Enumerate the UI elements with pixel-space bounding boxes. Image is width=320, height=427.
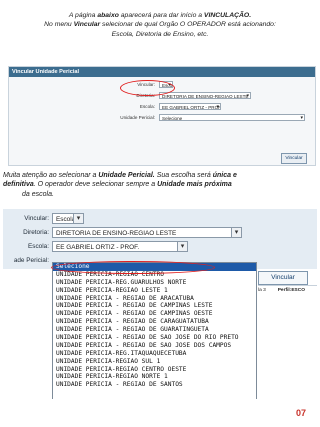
- warning-line-1: Muita atenção ao selecionar a Unidade Pe…: [3, 171, 317, 180]
- profile-text: Perfil:ESCO: [277, 288, 305, 293]
- dropdown-option[interactable]: UNIDADE PERICIA - REGIAO DE SAO JOSE DO …: [53, 334, 256, 342]
- diretoria-select[interactable]: DIRETORIA DE ENSINO-REGIAO LESTE 1: [159, 92, 251, 99]
- form-area: Vincular: Escola ▾ Diretoria: DIRETORIA D…: [3, 209, 317, 269]
- dropdown-option[interactable]: UNIDADE PERICIA - REGIAO DE SANTOS: [53, 381, 256, 389]
- intro-line-2: No menu Vincular selecionar de qual Orgã…: [18, 20, 302, 29]
- warning-bold-unidade: Unidade Pericial.: [98, 172, 155, 179]
- dropdown-option[interactable]: UNIDADE PERICIA - REGIAO DE CAMPINAS OES…: [53, 310, 256, 318]
- field-label: Unidade Pericial:: [120, 115, 155, 120]
- dropdown-option[interactable]: UNIDADE PERICIA-REGIAO CENTRO OESTE: [53, 366, 256, 374]
- intro-text-segment: A página: [68, 12, 98, 19]
- field-label: Escola:: [28, 243, 49, 250]
- warning-text: Muita atenção ao selecionar a Unidade Pe…: [3, 171, 317, 199]
- warning-bold-definitiva: definitiva: [3, 181, 34, 189]
- highlight-oval: [51, 261, 215, 274]
- dropdown-option[interactable]: UNIDADE PERICIA-REGIAO LESTE 1: [53, 287, 256, 295]
- vincular-button[interactable]: Vincular: [258, 271, 308, 285]
- warning-bold-unica: única e: [212, 172, 237, 179]
- warning-text-segment: Sua escolha será: [154, 172, 213, 179]
- select-value: DIRETORIA DE ENSINO-REGIAO LESTE: [56, 230, 177, 237]
- warning-line-3: da escola.: [22, 190, 54, 198]
- dropdown-option[interactable]: UNIDADE PERICIA-REGIAO NORTE 1: [53, 373, 256, 381]
- status-strip: la 3 Perfil:ESCO: [258, 285, 317, 296]
- diretoria-select[interactable]: DIRETORIA DE ENSINO-REGIAO LESTE ▾: [52, 227, 242, 238]
- screenshot-dropdown: Vincular: Escola ▾ Diretoria: DIRETORIA D…: [3, 209, 317, 399]
- dropdown-option[interactable]: UNIDADE PERICIA - REGIAO DE ARACATUBA: [53, 295, 256, 303]
- form-row-unidade-pericial: Unidade Pericial: Selecione: [15, 114, 309, 122]
- status-text: la 3: [258, 288, 266, 293]
- dropdown-option[interactable]: UNIDADE PERICIA-REG.ITAQUAQUECETUBA: [53, 350, 256, 358]
- dropdown-option[interactable]: UNIDADE PERICIA-REG.GUARULHOS NORTE: [53, 279, 256, 287]
- warning-text-segment: . O operador deve selecionar sempre a: [33, 181, 158, 189]
- intro-bold-vinculacao: VINCULAÇÃO.: [203, 12, 252, 19]
- select-value: EE GABRIEL ORTIZ - PROF.: [56, 244, 140, 251]
- dropdown-option[interactable]: UNIDADE PERICIA - REGIAO DE CARAGUATATUB…: [53, 318, 256, 326]
- intro-bold-vincular: Vincular: [73, 21, 101, 29]
- intro-text-segment: selecionar de qual Orgão O OPERADOR está…: [100, 21, 276, 29]
- chevron-down-icon[interactable]: ▾: [231, 228, 241, 237]
- intro-line-3: Escola, Diretoria de Ensino, etc.: [111, 30, 209, 38]
- dropdown-option[interactable]: UNIDADE PERICIA - REGIAO DE GUARATINGUET…: [53, 326, 256, 334]
- vincular-select[interactable]: Escola ▾: [52, 213, 84, 224]
- unidade-pericial-dropdown-list[interactable]: Selecione UNIDADE PERICIA-REGIAO CENTRO UN…: [52, 262, 257, 399]
- intro-line-1: A página abaixo aparecerá para dar iníci…: [18, 11, 302, 20]
- form-row-escola: Escola: EE GABRIEL ORTIZ - PROF.: [15, 103, 309, 111]
- form-header: Vincular Unidade Pericial: [9, 67, 315, 77]
- screenshot-vincular-form: Vincular Unidade Pericial Vincular: Esco…: [8, 66, 316, 166]
- warning-line-2: definitiva. O operador deve selecionar s…: [3, 180, 317, 189]
- escola-select[interactable]: EE GABRIEL ORTIZ - PROF.: [159, 103, 221, 110]
- intro-text: A página abaixo aparecerá para dar iníci…: [18, 11, 302, 39]
- dropdown-option[interactable]: UNIDADE PERICIA - REGIAO DE SAO JOSE DOS…: [53, 342, 256, 350]
- warning-bold-proxima: Unidade mais próxima: [157, 181, 232, 189]
- field-label: Diretoria:: [23, 229, 49, 236]
- intro-text-segment: No menu: [44, 21, 74, 29]
- dropdown-option[interactable]: UNIDADE PERICIA - REGIAO DE CAMPINAS LES…: [53, 302, 256, 310]
- chevron-down-icon[interactable]: ▾: [177, 242, 187, 251]
- escola-select[interactable]: EE GABRIEL ORTIZ - PROF. ▾: [52, 241, 188, 252]
- vincular-button[interactable]: Vincular: [281, 153, 307, 164]
- warning-text-segment: Muita atenção ao selecionar a: [3, 172, 99, 179]
- unidade-pericial-select[interactable]: Selecione: [159, 114, 305, 121]
- intro-text-segment: aparecerá para dar início a: [118, 12, 204, 19]
- dropdown-option[interactable]: UNIDADE PERICIA-REGIAO SUL 1: [53, 358, 256, 366]
- field-label: Escola:: [139, 104, 155, 109]
- field-label: Vincular:: [24, 215, 49, 222]
- intro-bold-abaixo: abaixo: [97, 12, 119, 19]
- page-number: 07: [296, 408, 307, 418]
- field-label: ade Pericial:: [13, 257, 49, 264]
- chevron-down-icon[interactable]: ▾: [73, 214, 83, 223]
- highlight-oval: [120, 80, 175, 96]
